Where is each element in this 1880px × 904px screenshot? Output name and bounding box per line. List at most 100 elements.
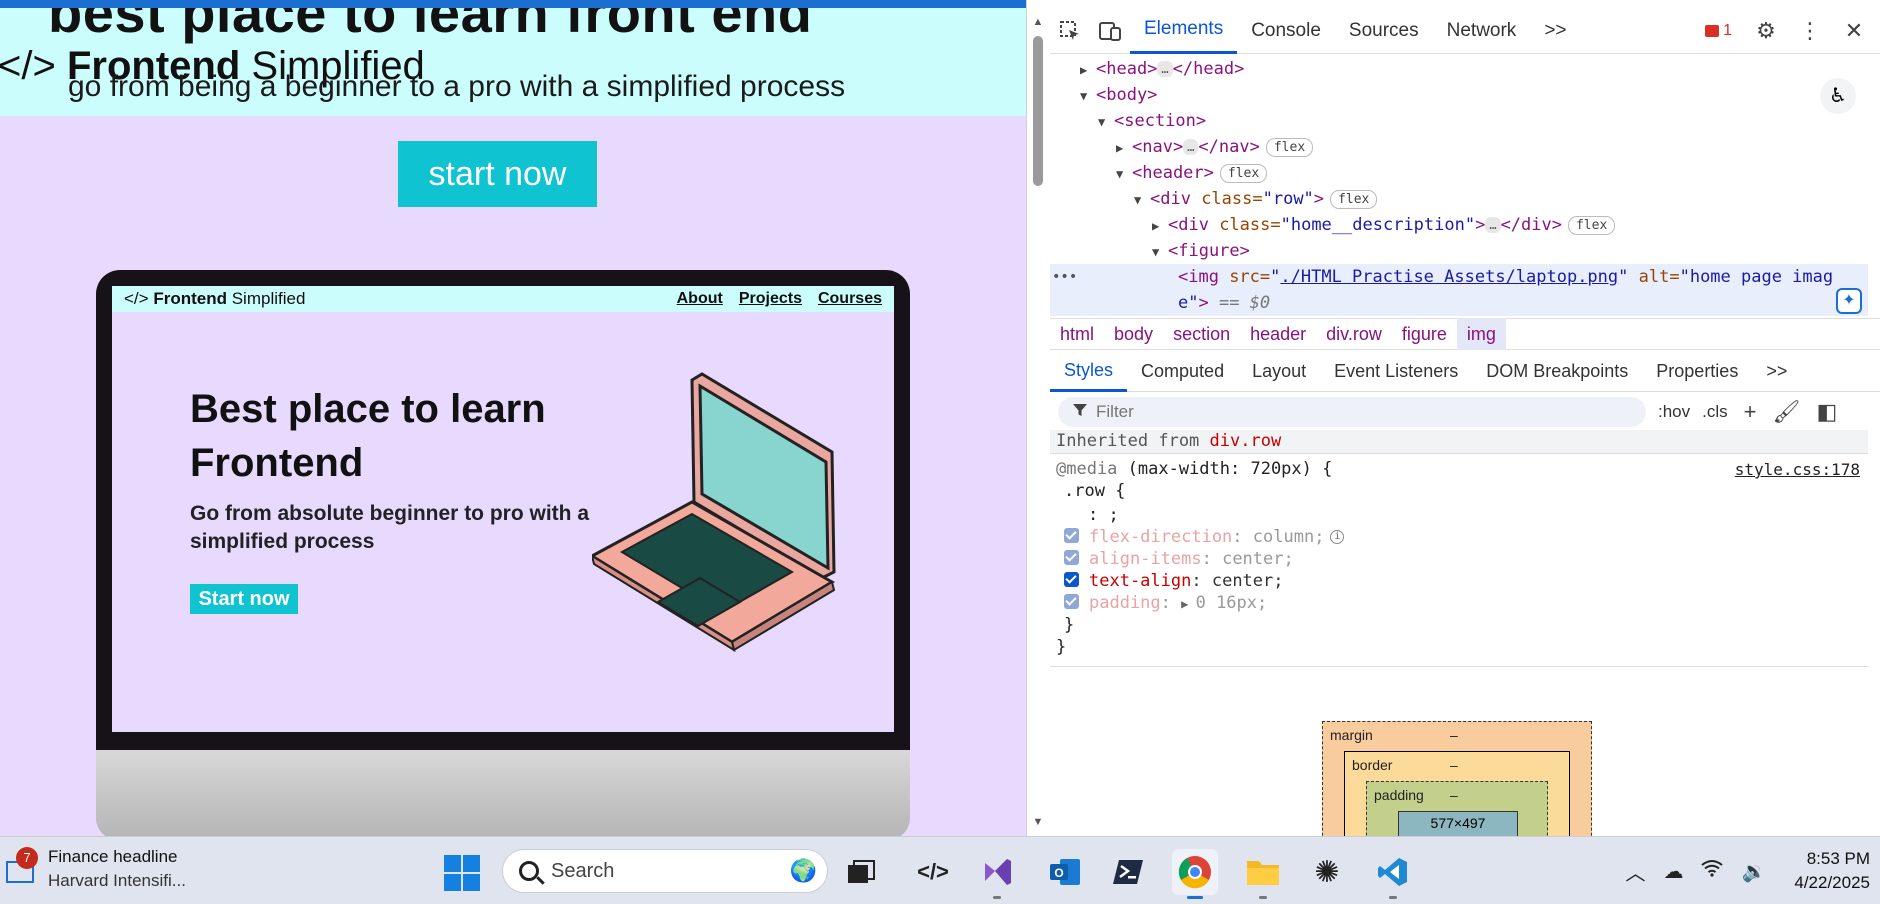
- page-vertical-scrollbar[interactable]: ▲ ▼: [1030, 16, 1046, 828]
- onedrive-cloud-icon[interactable]: ☁: [1663, 859, 1683, 884]
- breadcrumb-img[interactable]: img: [1456, 318, 1506, 350]
- dom-node-img[interactable]: <img src="./HTML Practise Assets/laptop.…: [1178, 264, 1833, 290]
- devtools-app-icon[interactable]: </>: [910, 849, 956, 895]
- expand-arrow-icon[interactable]: ▶: [1116, 135, 1132, 161]
- task-view-icon[interactable]: [838, 849, 884, 895]
- expand-arrow-icon[interactable]: ▶: [1080, 57, 1096, 83]
- volume-icon[interactable]: 🔉: [1741, 859, 1766, 884]
- chrome-icon[interactable]: [1172, 849, 1218, 899]
- collapse-arrow-icon[interactable]: ▼: [1152, 239, 1168, 265]
- inspect-element-icon[interactable]: [1050, 11, 1090, 51]
- dom-node-head[interactable]: ▶ <head>… </head>: [1080, 56, 1244, 82]
- declaration-row[interactable]: align-items: center;: [1064, 548, 1294, 570]
- dom-node-div-row[interactable]: ▼ <div class="row"> flex: [1134, 186, 1378, 213]
- vscode-icon[interactable]: [1370, 849, 1416, 899]
- collapse-arrow-icon[interactable]: ▼: [1080, 83, 1096, 109]
- accessibility-icon[interactable]: ♿: [1820, 78, 1856, 114]
- scroll-thumb[interactable]: [1033, 36, 1043, 186]
- clock[interactable]: 8:53 PM 4/22/2025: [1794, 847, 1870, 895]
- toggle-sidebar-icon[interactable]: ◧: [1816, 399, 1837, 425]
- img-src-link[interactable]: ./HTML Practise Assets/laptop.png: [1280, 267, 1618, 287]
- hov-toggle[interactable]: :hov: [1658, 402, 1690, 422]
- filter-field[interactable]: [1058, 397, 1646, 427]
- breadcrumb-div-row[interactable]: div.row: [1316, 318, 1392, 350]
- flex-badge[interactable]: flex: [1219, 163, 1268, 183]
- new-rule-plus-icon[interactable]: +: [1744, 399, 1757, 425]
- tab-dom-breakpoints[interactable]: DOM Breakpoints: [1472, 352, 1642, 392]
- declaration-checkbox[interactable]: [1064, 571, 1079, 587]
- tab-console[interactable]: Console: [1237, 8, 1335, 54]
- news-widget[interactable]: 7 Finance headline Harvard Intensifi...: [0, 847, 186, 891]
- kebab-menu-icon[interactable]: ⋮: [1790, 11, 1830, 51]
- taskbar-search[interactable]: Search 🌍: [502, 849, 828, 893]
- dom-node-body[interactable]: ▼ <body>: [1080, 82, 1157, 108]
- declaration-checkbox[interactable]: [1064, 549, 1079, 565]
- wifi-icon[interactable]: [1701, 859, 1724, 883]
- tag-text: >: [1198, 293, 1209, 313]
- tab-network[interactable]: Network: [1433, 8, 1531, 54]
- cls-toggle[interactable]: .cls: [1702, 402, 1728, 422]
- breadcrumb-figure[interactable]: figure: [1392, 318, 1457, 350]
- declaration-row[interactable]: flex-direction: column; i: [1064, 526, 1345, 548]
- scroll-up-icon[interactable]: ▲: [1030, 16, 1046, 28]
- declaration-row[interactable]: padding: ▶ 0 16px;: [1064, 592, 1267, 614]
- collapse-arrow-icon[interactable]: ▼: [1134, 187, 1150, 213]
- info-icon[interactable]: i: [1330, 530, 1345, 544]
- tab-layout[interactable]: Layout: [1238, 352, 1320, 392]
- collapsed-ellipsis[interactable]: …: [1485, 217, 1501, 233]
- empty-declaration[interactable]: : ;: [1088, 504, 1119, 526]
- dom-node-figure[interactable]: ▼ <figure>: [1152, 238, 1250, 264]
- scroll-down-icon[interactable]: ▼: [1030, 816, 1046, 828]
- inherited-selector-link[interactable]: div.row: [1210, 431, 1282, 451]
- flex-badge[interactable]: flex: [1330, 189, 1378, 209]
- declaration-checkbox[interactable]: [1064, 593, 1079, 609]
- tag-text: <nav>: [1132, 137, 1184, 157]
- terminal-icon[interactable]: [1106, 849, 1152, 895]
- node-actions-icon[interactable]: •••: [1052, 264, 1077, 290]
- dom-node-section[interactable]: ▼ <section>: [1098, 108, 1206, 134]
- flex-badge[interactable]: flex: [1265, 137, 1314, 157]
- box-content-size[interactable]: 577×497: [1398, 811, 1518, 836]
- breadcrumb-html[interactable]: html: [1050, 318, 1104, 350]
- rule-selector[interactable]: .row {: [1064, 480, 1125, 502]
- collapse-arrow-icon[interactable]: ▼: [1098, 109, 1114, 135]
- collapse-arrow-icon[interactable]: ▼: [1116, 161, 1132, 187]
- style-source-link[interactable]: style.css:178: [1735, 460, 1860, 479]
- tab-computed[interactable]: Computed: [1127, 352, 1238, 392]
- collapsed-ellipsis[interactable]: …: [1183, 139, 1199, 155]
- ai-assistance-icon[interactable]: ✦: [1836, 288, 1862, 314]
- breadcrumb-header[interactable]: header: [1240, 318, 1316, 350]
- more-tabs-icon[interactable]: >>: [1530, 8, 1580, 54]
- paint-brush-icon[interactable]: 🖌: [1773, 399, 1801, 425]
- windows-start-icon[interactable]: [444, 855, 480, 891]
- declaration-row[interactable]: text-align: center;: [1064, 570, 1284, 592]
- filter-input[interactable]: [1096, 402, 1616, 422]
- tab-styles[interactable]: Styles: [1050, 352, 1128, 392]
- breadcrumb-section[interactable]: section: [1163, 318, 1240, 350]
- outlook-icon[interactable]: O: [1042, 849, 1088, 895]
- declaration-checkbox[interactable]: [1064, 527, 1079, 543]
- visual-studio-icon[interactable]: [974, 849, 1020, 899]
- breadcrumb-body[interactable]: body: [1104, 318, 1163, 350]
- dom-node-header[interactable]: ▼ <header> flex: [1116, 160, 1268, 187]
- flex-badge[interactable]: flex: [1567, 215, 1616, 235]
- tab-sources[interactable]: Sources: [1335, 8, 1433, 54]
- expand-shorthand-icon[interactable]: ▶: [1181, 597, 1195, 611]
- more-subtabs-icon[interactable]: >>: [1752, 352, 1801, 392]
- device-toolbar-icon[interactable]: [1090, 11, 1130, 51]
- collapsed-ellipsis[interactable]: …: [1157, 61, 1173, 77]
- dom-node-home-description[interactable]: ▶ <div class="home__description">… </div> f…: [1152, 212, 1616, 239]
- expand-arrow-icon[interactable]: ▶: [1152, 213, 1168, 239]
- tab-event-listeners[interactable]: Event Listeners: [1320, 352, 1472, 392]
- search-icon: [519, 861, 539, 881]
- error-counter[interactable]: 1: [1695, 22, 1742, 40]
- close-icon[interactable]: ✕: [1834, 11, 1874, 51]
- tab-elements[interactable]: Elements: [1130, 8, 1238, 54]
- file-explorer-icon[interactable]: [1240, 849, 1286, 899]
- chevron-up-icon[interactable]: ︿: [1625, 857, 1645, 886]
- settings-gear-icon[interactable]: ⚙: [1746, 11, 1786, 51]
- tab-properties[interactable]: Properties: [1642, 352, 1752, 392]
- dom-node-nav[interactable]: ▶ <nav>… </nav> flex: [1116, 134, 1314, 161]
- chatgpt-icon[interactable]: ✺: [1304, 849, 1350, 895]
- start-now-button[interactable]: start now: [398, 141, 597, 207]
